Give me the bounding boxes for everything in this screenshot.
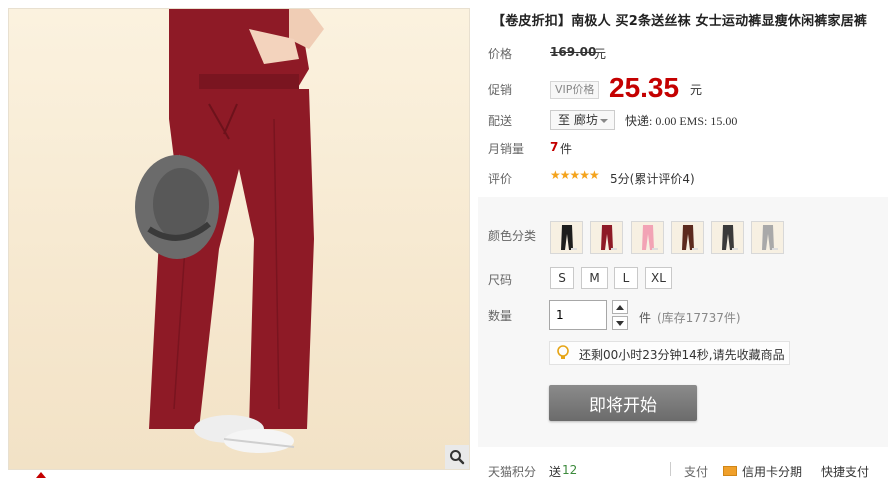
size-label: 尺码 [488, 273, 513, 287]
divider [670, 462, 671, 476]
pants-thumbnail [672, 222, 703, 253]
monthly-sales-unit: 件 [560, 142, 573, 156]
payment-label: 支付 [684, 465, 709, 479]
chevron-down-icon [616, 320, 624, 326]
color-swatch[interactable] [711, 221, 744, 254]
countdown-tip: 还剩00小时23分钟14秒,请先收藏商品 [549, 341, 790, 365]
quantity-increase-button[interactable] [612, 300, 628, 314]
chevron-up-icon [616, 304, 624, 310]
promo-price-unit: 元 [690, 83, 703, 97]
credit-installment-link[interactable]: 信用卡分期 [742, 463, 802, 479]
shipping-label: 配送 [488, 114, 513, 128]
vip-price-tag: VIP价格 [550, 81, 600, 99]
color-swatch[interactable] [590, 221, 623, 254]
tmall-points-label: 天猫积分 [488, 465, 537, 479]
points-value: 12 [562, 463, 578, 477]
rating-summary[interactable]: 5分(累计评价4) [610, 170, 695, 187]
monthly-sales-label: 月销量 [488, 142, 525, 156]
rating-label: 评价 [488, 172, 513, 186]
size-option[interactable]: S [550, 267, 574, 289]
points-prefix: 送 [549, 465, 562, 479]
color-swatch[interactable] [631, 221, 664, 254]
promo-label: 促销 [488, 83, 513, 97]
shipping-destination-value: 至 廊坊 [558, 113, 598, 127]
monthly-sales-count: 7 [550, 140, 559, 154]
coming-soon-button[interactable]: 即将开始 [549, 385, 697, 421]
product-title: 【卷皮折扣】南极人 买2条送丝袜 女士运动裤显瘦休闲裤家居裤 [492, 14, 868, 29]
product-photo [135, 9, 324, 453]
shipping-destination-select[interactable]: 至 廊坊 [550, 110, 615, 130]
pants-thumbnail [591, 222, 622, 253]
countdown-text: 还剩00小时23分钟14秒,请先收藏商品 [579, 348, 785, 362]
original-price: 169.00 [550, 45, 597, 59]
promo-price: 25.35 [609, 72, 680, 103]
color-swatch[interactable] [751, 221, 784, 254]
pants-thumbnail [752, 222, 783, 253]
color-label: 颜色分类 [488, 229, 537, 243]
original-price-unit: 元 [594, 47, 607, 61]
stock-count: (库存17737件) [657, 311, 741, 325]
rating-stars-icon: ★★★★★ [550, 168, 600, 182]
size-option[interactable]: M [581, 267, 608, 289]
product-image[interactable] [8, 8, 470, 470]
credit-card-icon [723, 466, 737, 476]
size-option[interactable]: XL [645, 267, 672, 289]
shipping-fee: 快递: 0.00 EMS: 15.00 [625, 114, 738, 128]
color-swatch[interactable] [550, 221, 583, 254]
pants-thumbnail [712, 222, 743, 253]
zoom-button[interactable] [445, 445, 469, 469]
quantity-decrease-button[interactable] [612, 316, 628, 330]
size-option[interactable]: L [614, 267, 638, 289]
quantity-unit: 件 [639, 311, 652, 325]
quick-pay-link[interactable]: 快捷支付 [821, 463, 869, 479]
price-label: 价格 [488, 47, 513, 61]
color-swatch[interactable] [671, 221, 704, 254]
magnifier-icon [450, 450, 465, 465]
quantity-input[interactable] [549, 300, 607, 330]
quantity-label: 数量 [488, 309, 513, 323]
chevron-down-icon [600, 119, 608, 123]
lightbulb-icon [556, 345, 570, 364]
pants-thumbnail [551, 222, 582, 253]
thumbnail-indicator [36, 472, 46, 478]
pants-thumbnail [632, 222, 663, 253]
